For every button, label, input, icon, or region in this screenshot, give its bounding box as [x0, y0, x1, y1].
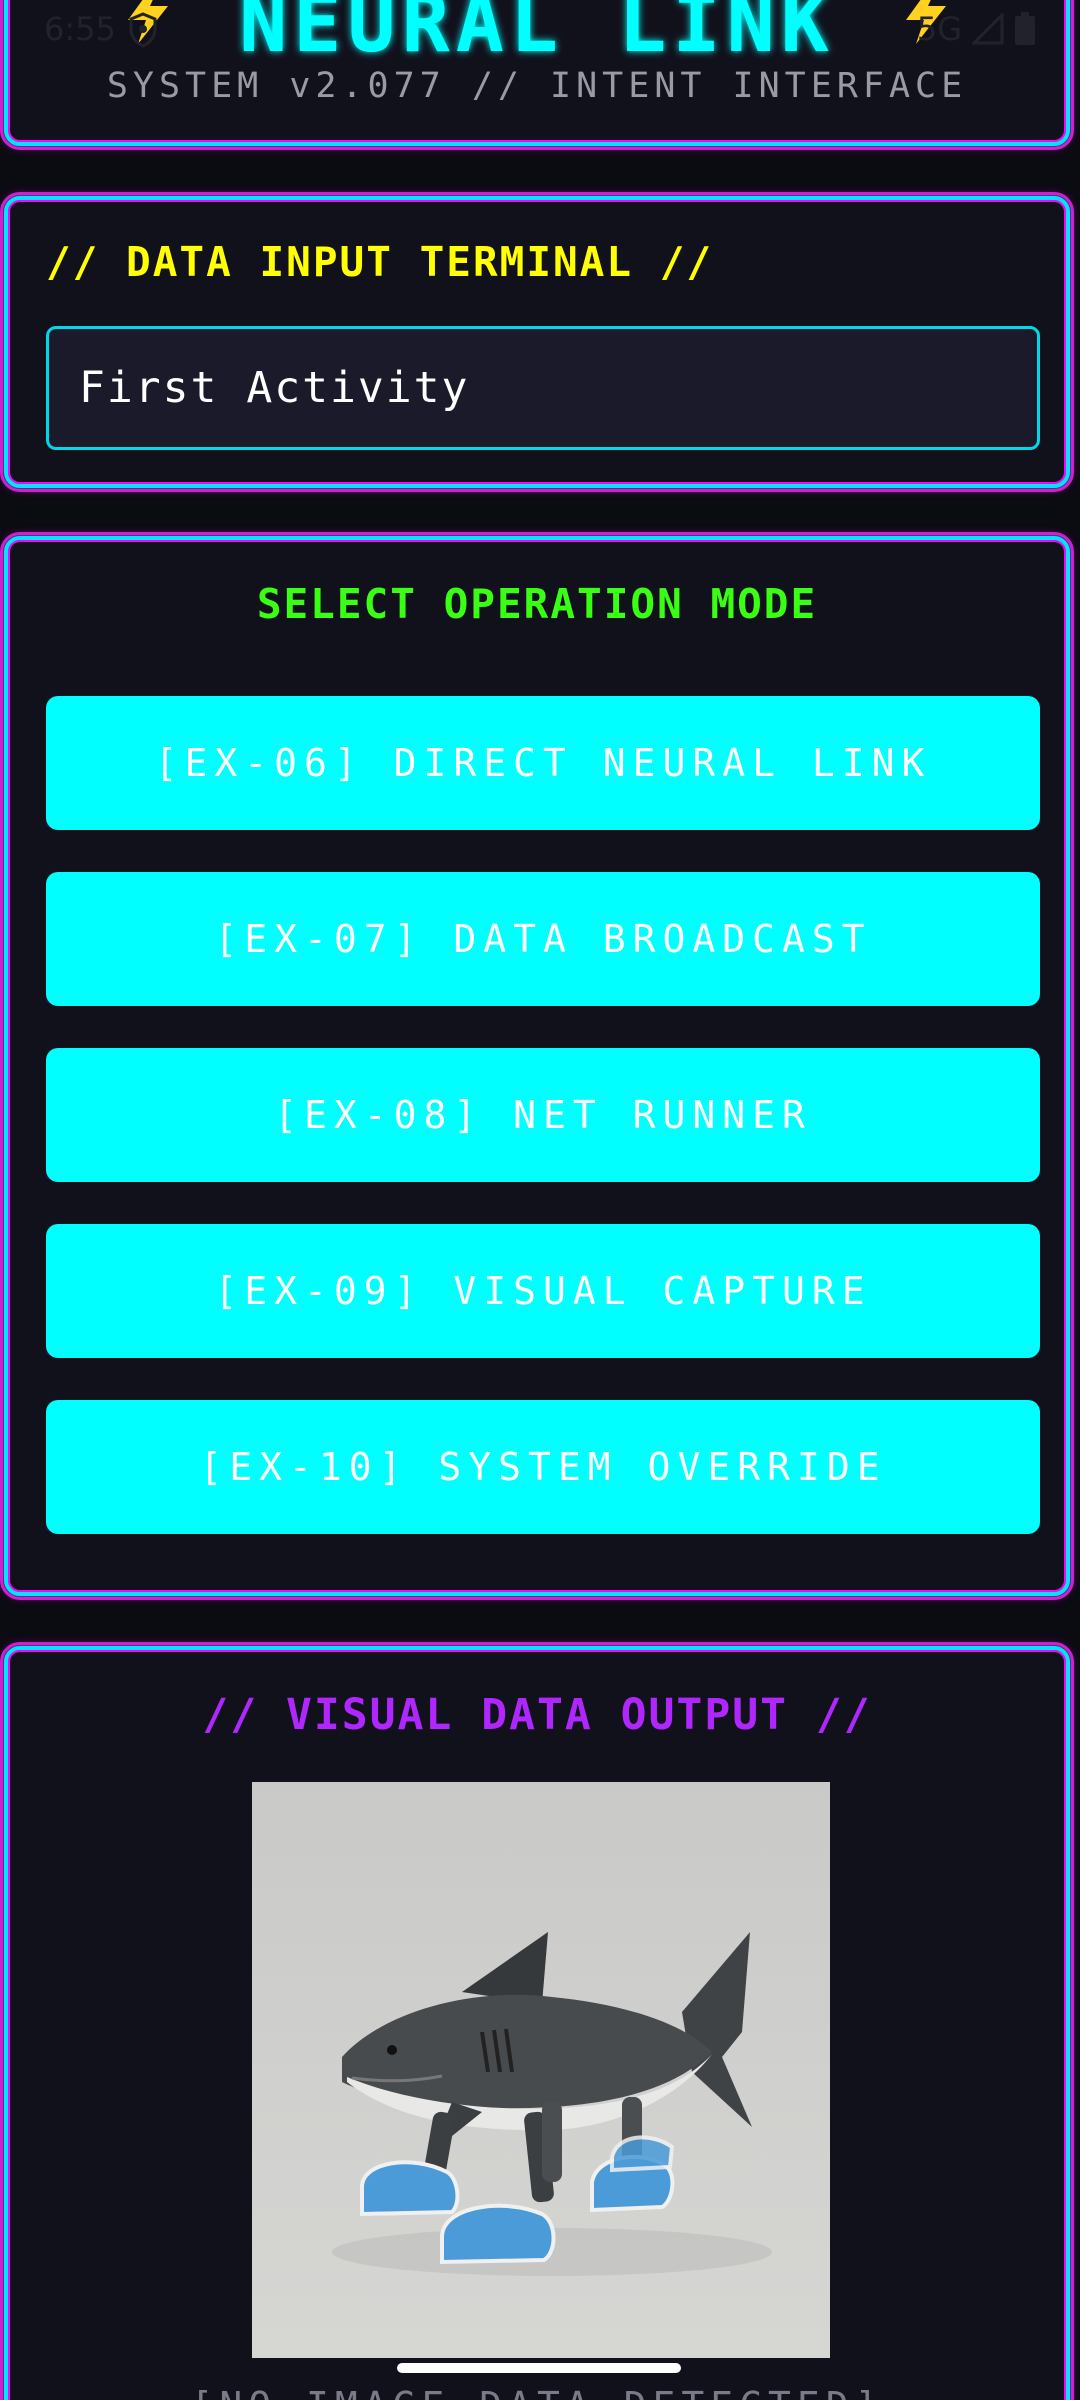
captured-image: [252, 1782, 830, 2358]
status-time: 6:55: [44, 10, 116, 48]
direct-neural-link-button[interactable]: [EX-06] DIRECT NEURAL LINK: [46, 696, 1040, 830]
operation-mode-heading: SELECT OPERATION MODE: [256, 580, 818, 628]
visual-output-heading: // VISUAL DATA OUTPUT //: [202, 1690, 872, 1740]
gesture-navigation-handle[interactable]: [397, 2363, 681, 2373]
battery-icon: [1015, 12, 1035, 45]
system-override-button[interactable]: [EX-10] SYSTEM OVERRIDE: [46, 1400, 1040, 1534]
operation-mode-panel: SELECT OPERATION MODE [EX-06] DIRECT NEU…: [0, 532, 1074, 1600]
app-screen: 6:55 5G NEURAL LINK SYSTEM v2.077 // INT…: [0, 0, 1080, 2400]
status-indicators: 5G: [917, 10, 1036, 48]
image-status-caption: [NO IMAGE DATA DETECTED]: [8, 2384, 1066, 2400]
data-input-field[interactable]: [46, 326, 1040, 450]
status-bar: 6:55 5G: [0, 0, 1080, 64]
network-type-label: 5G: [916, 10, 962, 48]
app-subtitle: SYSTEM v2.077 // INTENT INTERFACE: [106, 66, 968, 106]
visual-capture-button[interactable]: [EX-09] VISUAL CAPTURE: [46, 1224, 1040, 1358]
shield-icon: [129, 12, 157, 48]
shark-toy-image: [252, 1782, 830, 2358]
data-broadcast-button[interactable]: [EX-07] DATA BROADCAST: [46, 872, 1040, 1006]
visual-output-panel: // VISUAL DATA OUTPUT //: [0, 1642, 1074, 2400]
signal-icon: [972, 13, 1004, 45]
data-input-panel: // DATA INPUT TERMINAL //: [0, 192, 1074, 492]
net-runner-button[interactable]: [EX-08] NET RUNNER: [46, 1048, 1040, 1182]
data-input-heading: // DATA INPUT TERMINAL //: [46, 238, 714, 286]
